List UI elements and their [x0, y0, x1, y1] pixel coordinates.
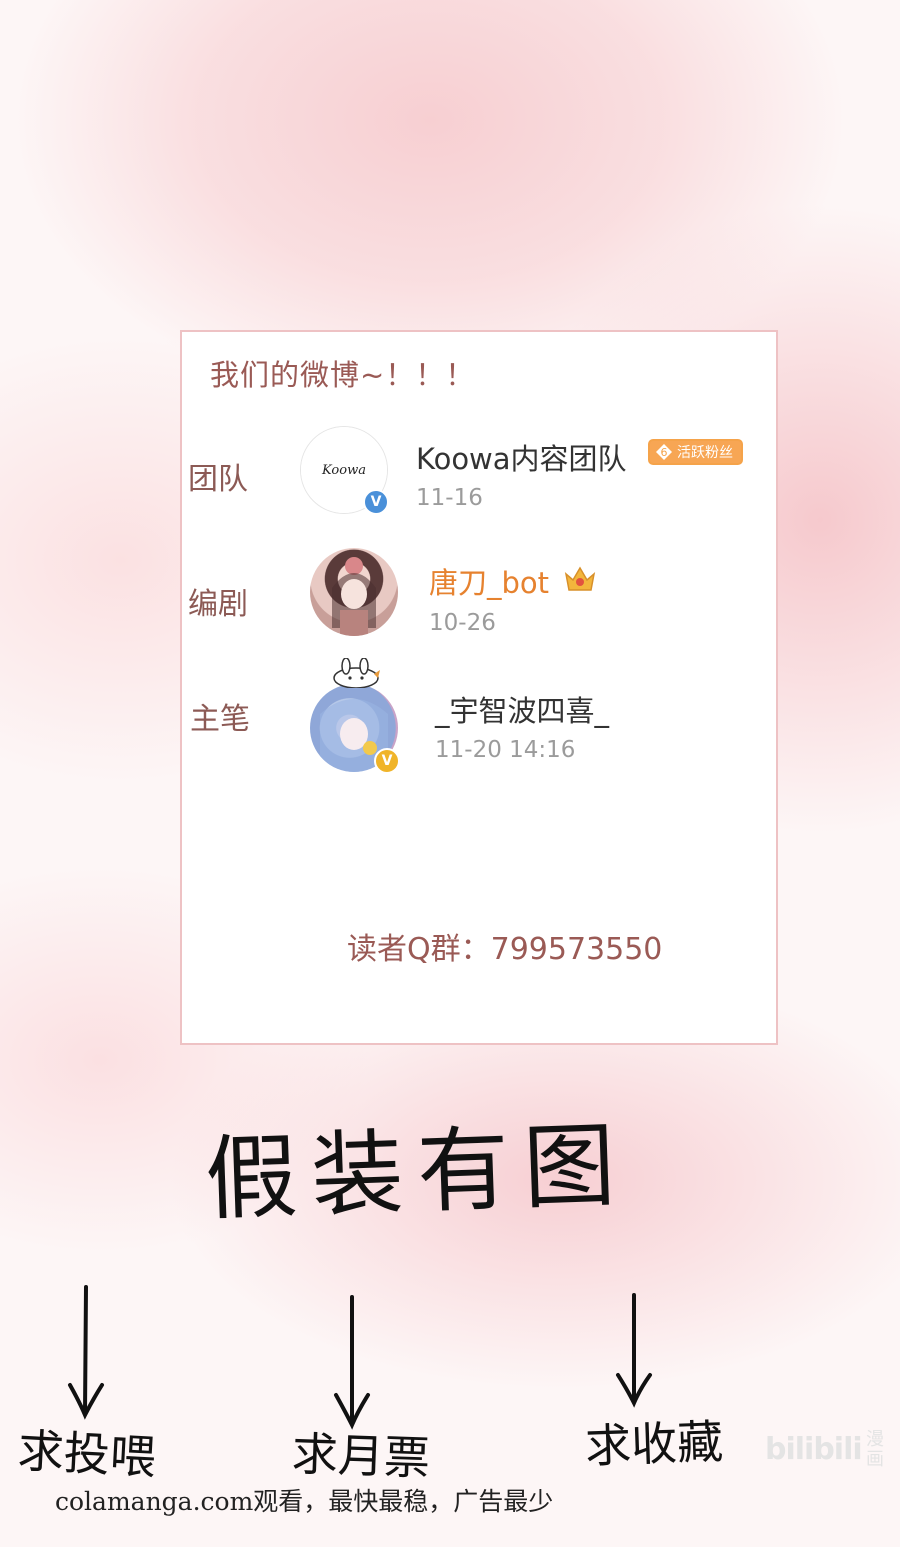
writer-avatar[interactable]: [310, 548, 398, 636]
ask-feed-text: 求投喂: [16, 1423, 158, 1485]
card-title: 我们的微博~！！！: [210, 358, 476, 392]
artist-avatar[interactable]: V: [310, 658, 400, 774]
team-name[interactable]: Koowa内容团队: [416, 436, 627, 478]
writer-name[interactable]: 唐刀_bot: [429, 560, 549, 602]
bilibili-logo: bilibili: [765, 1432, 863, 1467]
down-arrow-icon: [68, 1285, 104, 1420]
character-illustration-icon: [332, 557, 376, 636]
ask-favorite-text: 求收藏: [584, 1414, 725, 1474]
handwritten-headline: 假装有图: [203, 1111, 632, 1234]
fan-level-icon: 6: [656, 444, 672, 460]
role-label-writer: 编剧: [188, 587, 248, 622]
bunny-mascot-icon: [333, 658, 380, 688]
writer-post-date: 10-26: [429, 610, 496, 636]
role-label-team: 团队: [188, 462, 248, 497]
role-label-artist: 主笔: [190, 702, 250, 737]
crown-vip-icon: [564, 566, 596, 591]
site-watermark: colamanga.com观看，最快最稳，广告最少: [55, 1487, 554, 1516]
team-avatar[interactable]: Koowa V: [300, 426, 389, 515]
verified-blue-icon: V: [363, 489, 389, 515]
ask-monthly-ticket-text: 求月票: [290, 1426, 431, 1486]
down-arrow-icon: [334, 1295, 370, 1430]
bilibili-comic-label: 漫画: [866, 1429, 884, 1470]
koowa-logo: Koowa: [322, 462, 366, 478]
artist-post-date: 11-20 14:16: [435, 737, 576, 763]
verified-gold-icon: V: [374, 748, 400, 774]
reader-qq-group[interactable]: 读者Q群：799573550: [347, 924, 662, 968]
team-post-date: 11-16: [416, 485, 483, 511]
fan-badge-label: 活跃粉丝: [677, 445, 733, 461]
artist-name[interactable]: _宇智波四喜_: [435, 688, 609, 730]
weibo-card: 我们的微博~！！！ 团队 Koowa V Koowa内容团队 6 活跃粉丝 11…: [180, 330, 778, 1045]
active-fan-badge: 6 活跃粉丝: [648, 439, 743, 465]
down-arrow-icon: [616, 1293, 652, 1408]
